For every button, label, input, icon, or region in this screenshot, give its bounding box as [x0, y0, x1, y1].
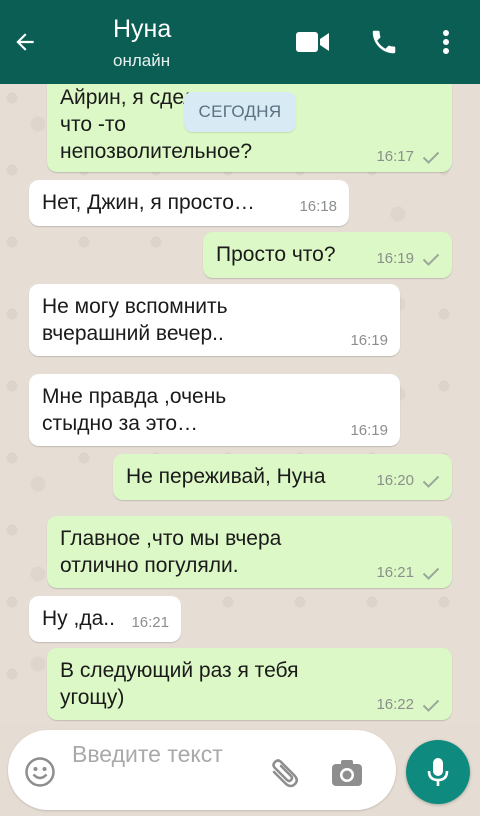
message-meta: 16:20 [376, 472, 440, 490]
message-time: 16:19 [376, 250, 414, 267]
vertical-dots-icon [443, 30, 449, 54]
message-time: 16:17 [376, 148, 414, 165]
contact-info[interactable]: Нуна онлайн [113, 14, 171, 72]
microphone-icon [427, 758, 449, 786]
message-incoming[interactable]: Мне правда ,очень стыдно за это… 16:19 [29, 374, 400, 446]
message-time: 16:21 [376, 564, 414, 581]
message-outgoing[interactable]: Главное ,что мы вчера отлично погуляли. … [47, 516, 452, 588]
message-meta: 16:17 [376, 148, 440, 166]
message-list[interactable]: Айрин, я сделала что -то непозволительно… [0, 84, 480, 724]
check-icon [422, 253, 440, 266]
message-composer [8, 730, 396, 810]
message-text: Не могу вспомнить вчерашний вечер.. [42, 295, 228, 345]
chat-header: Нуна онлайн [0, 0, 480, 84]
camera-button[interactable] [330, 758, 364, 788]
message-time: 16:22 [376, 696, 414, 713]
message-outgoing[interactable]: Не переживай, Нуна 16:20 [113, 454, 452, 500]
paperclip-icon [272, 759, 298, 788]
message-meta: 16:19 [376, 250, 440, 268]
message-text: Просто что? [216, 243, 336, 266]
message-incoming[interactable]: Не могу вспомнить вчерашний вечер.. 16:1… [29, 284, 400, 356]
message-text: Не переживай, Нуна [126, 465, 326, 488]
message-time: 16:21 [131, 614, 169, 631]
check-icon [422, 151, 440, 164]
message-incoming[interactable]: Нет, Джин, я просто… 16:18 [29, 180, 349, 226]
date-separator: СЕГОДНЯ [184, 92, 296, 132]
smiley-icon [25, 757, 55, 787]
arrow-left-icon [16, 33, 34, 51]
message-text: Главное ,что мы вчера отлично погуляли. [60, 527, 282, 577]
contact-status: онлайн [113, 51, 171, 70]
video-camera-icon [296, 32, 329, 52]
message-text: Мне правда ,очень стыдно за это… [42, 385, 227, 435]
message-time: 16:19 [350, 422, 388, 439]
message-time: 16:20 [376, 472, 414, 489]
message-time: 16:19 [350, 332, 388, 349]
video-call-button[interactable] [294, 24, 332, 60]
camera-icon [332, 760, 362, 786]
contact-name: Нуна [113, 15, 172, 43]
message-outgoing[interactable]: Просто что? 16:19 [203, 232, 452, 278]
message-meta: 16:22 [376, 696, 440, 714]
message-text: Нет, Джин, я просто… [42, 191, 255, 214]
emoji-button[interactable] [24, 756, 56, 788]
message-outgoing[interactable]: В следующий раз я тебя угощу) 16:22 [47, 648, 452, 720]
message-meta: 16:19 [350, 422, 388, 440]
message-time: 16:18 [299, 198, 337, 215]
message-meta: 16:19 [350, 332, 388, 350]
message-input[interactable] [72, 738, 252, 802]
voice-record-button[interactable] [406, 740, 470, 804]
check-icon [422, 699, 440, 712]
message-text: Ну ,да.. [42, 607, 115, 630]
menu-button[interactable] [432, 24, 460, 60]
message-meta: 16:21 [131, 614, 169, 632]
check-icon [422, 567, 440, 580]
message-meta: 16:18 [299, 198, 337, 216]
message-text: В следующий раз я тебя угощу) [60, 659, 299, 709]
check-icon [422, 475, 440, 488]
back-button[interactable] [8, 22, 42, 62]
message-meta: 16:21 [376, 564, 440, 582]
message-incoming[interactable]: Ну ,да.. 16:21 [29, 596, 181, 642]
attach-button[interactable] [266, 758, 302, 790]
phone-icon [372, 30, 396, 54]
voice-call-button[interactable] [366, 24, 402, 60]
